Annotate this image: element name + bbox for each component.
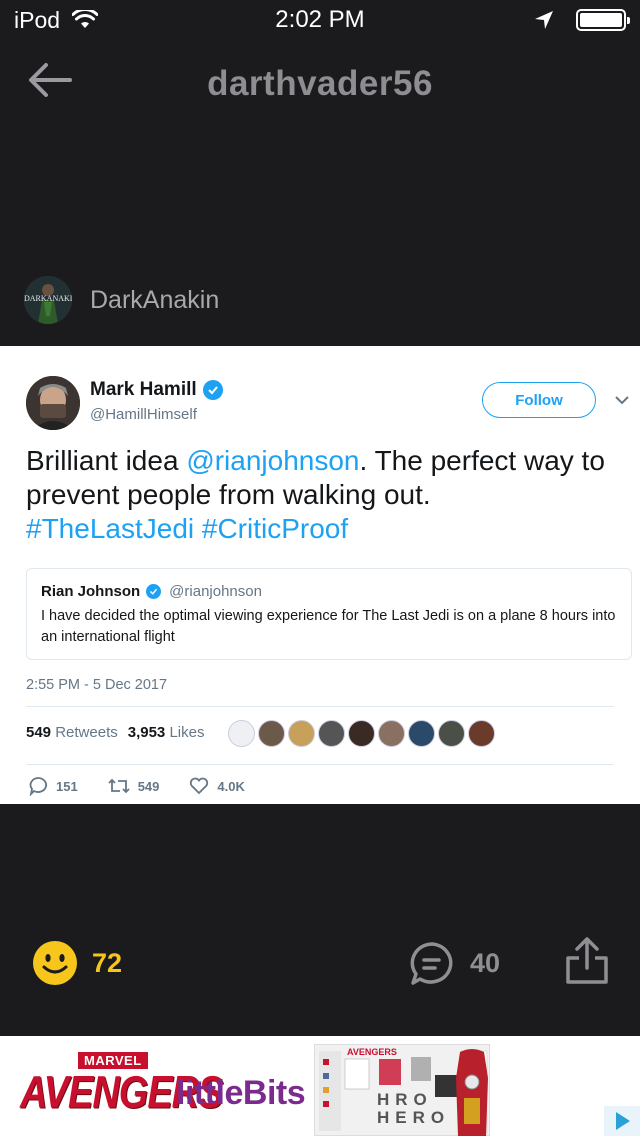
comment-button[interactable]	[408, 940, 456, 988]
smile-reaction-button[interactable]	[32, 940, 78, 986]
liker-avatar	[468, 720, 495, 747]
status-bar: iPod 2:02 PM	[0, 0, 640, 40]
mention-link: @rianjohnson	[186, 445, 360, 476]
tweet-avatar	[26, 376, 80, 430]
retweet-icon	[108, 778, 130, 794]
comment-count: 40	[470, 948, 501, 978]
liker-avatar	[228, 720, 255, 747]
liker-avatar	[378, 720, 405, 747]
header: darthvader56	[0, 52, 640, 116]
liker-avatar	[258, 720, 285, 747]
smile-icon	[33, 941, 77, 985]
follow-button: Follow	[482, 382, 596, 418]
wifi-icon	[72, 10, 99, 28]
smile-count: 72	[92, 948, 123, 978]
tweet-author-name: Mark Hamill	[90, 379, 223, 401]
avatar[interactable]: DARKANAKIN	[24, 276, 72, 324]
page-title: darthvader56	[207, 64, 433, 103]
box-title: AVENGERS	[347, 1047, 397, 1057]
like-action-count: 4.0K	[217, 778, 245, 794]
divider	[26, 706, 614, 707]
hero-text: HRO HERO	[377, 1090, 451, 1127]
verified-badge-icon	[202, 380, 223, 400]
share-button[interactable]	[564, 936, 610, 986]
ad-choices-icon[interactable]	[604, 1106, 640, 1136]
quoted-author-name: Rian Johnson	[41, 583, 141, 600]
quoted-author-handle: @rianjohnson	[169, 583, 262, 600]
marvel-logo: MARVEL	[78, 1052, 148, 1069]
heart-icon	[190, 777, 209, 795]
comment-icon	[410, 942, 453, 985]
carrier-label: iPod	[14, 6, 61, 33]
author-row[interactable]: DARKANAKIN DarkAnakin	[24, 274, 219, 326]
quoted-text: I have decided the optimal viewing exper…	[41, 608, 616, 645]
liker-avatar	[318, 720, 345, 747]
avatar-text: DARKANAKIN	[24, 294, 72, 303]
littlebits-logo: littleBits	[176, 1074, 306, 1112]
tweet-stats: 549 Retweets 3,953 Likes	[26, 724, 205, 741]
tweet-text: Brilliant idea @rianjohnson. The perfect…	[26, 445, 605, 544]
divider	[26, 764, 614, 765]
liker-avatars	[228, 720, 495, 747]
retweet-action-count: 549	[137, 778, 160, 794]
verified-badge-icon	[146, 584, 162, 599]
quoted-tweet: Rian Johnson @rianjohnson I have decided…	[26, 568, 632, 660]
author-name[interactable]: DarkAnakin	[90, 286, 219, 315]
hashtags: #TheLastJedi #CriticProof	[26, 513, 349, 544]
chevron-down-icon	[615, 396, 629, 405]
tweet-timestamp: 2:55 PM - 5 Dec 2017	[26, 677, 168, 693]
battery-icon	[576, 9, 630, 31]
tweet-image[interactable]: Mark Hamill @HamillHimself Follow Brilli…	[0, 346, 640, 804]
tweet-actions: 151 549 4.0K	[28, 776, 275, 796]
retweet-count: 549	[26, 724, 52, 741]
ad-banner[interactable]: MARVEL AVENGERS littleBits AVENGERS HRO …	[0, 1036, 640, 1136]
liker-avatar	[288, 720, 315, 747]
liker-avatar	[438, 720, 465, 747]
tweet-author-handle: @HamillHimself	[90, 406, 197, 423]
share-icon	[566, 937, 608, 984]
gauntlet-image	[456, 1049, 488, 1136]
location-arrow-icon	[535, 11, 553, 29]
liker-avatar	[348, 720, 375, 747]
liker-avatar	[408, 720, 435, 747]
reply-count: 151	[56, 778, 78, 794]
like-count: 3,953	[127, 724, 166, 741]
reply-icon	[29, 777, 47, 796]
